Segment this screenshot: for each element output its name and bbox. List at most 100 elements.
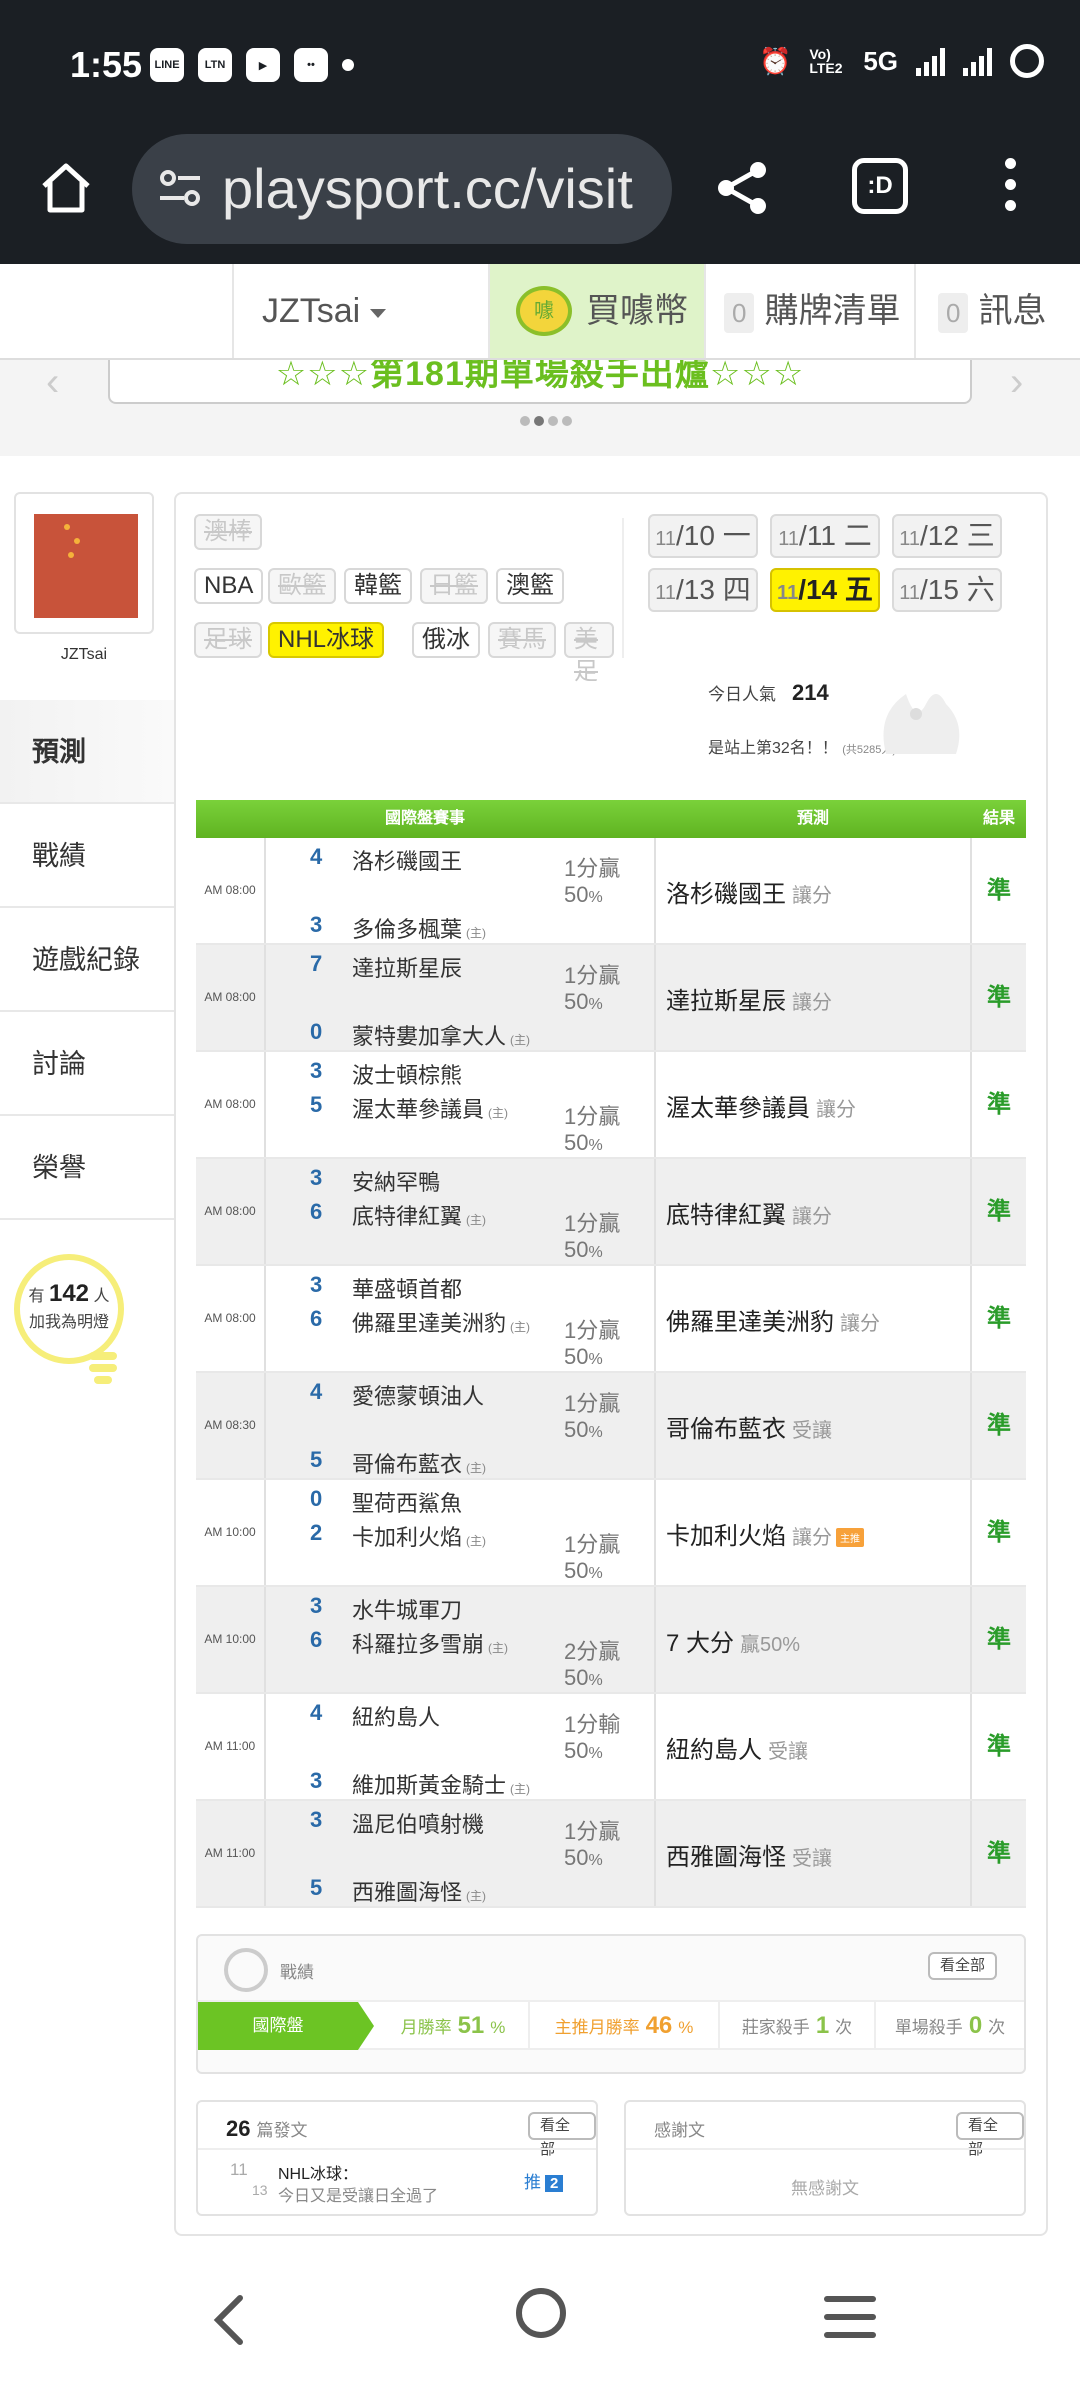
share-icon[interactable] (712, 158, 772, 218)
stat-single-killer: 單場殺手 0 次 (874, 2002, 1024, 2050)
prediction-cell: 佛羅里達美洲豹 讓分 (654, 1266, 972, 1371)
date-tab[interactable]: 11/11 二 (770, 514, 880, 558)
team-away[interactable]: 紐約島人 (352, 1700, 440, 1732)
table-row[interactable]: AM 08:00 4 洛杉磯國王 3 多倫多楓葉 (主) 1分贏 50% 洛杉磯國王 讓分 準 (196, 838, 1026, 945)
team-away[interactable]: 聖荷西鯊魚 (352, 1486, 462, 1518)
prediction[interactable]: 底特律紅翼 讓分 (666, 1195, 832, 1230)
date-tab[interactable]: 11/12 三 (892, 514, 1002, 558)
team-away[interactable]: 水牛城軍刀 (352, 1593, 462, 1625)
sport-chip[interactable]: 澳籃 (496, 568, 564, 604)
sidebar-item-predict[interactable]: 預測 (0, 700, 174, 804)
thanks-view-all-button[interactable]: 看全部 (956, 2112, 1024, 2158)
url-bar[interactable]: playsport.cc/visit (132, 134, 672, 244)
sidebar-item-discuss[interactable]: 討論 (0, 1012, 174, 1116)
sport-chip[interactable]: 美足 (564, 622, 614, 685)
team-home[interactable]: 蒙特婁加拿大人 (主) (352, 1019, 530, 1051)
stats-tab-international[interactable]: 國際盤 (198, 2002, 374, 2050)
team-home[interactable]: 渥太華參議員 (主) (352, 1092, 508, 1124)
team-home[interactable]: 西雅圖海怪 (主) (352, 1875, 486, 1907)
post-sport[interactable]: NHL冰球： (278, 2160, 358, 2184)
team-away[interactable]: 達拉斯星辰 (352, 951, 462, 983)
table-row[interactable]: AM 08:00 3 安納罕鴨 6 底特律紅翼 (主) 1分贏 50% 底特律紅翼 讓分 準 (196, 1159, 1026, 1266)
sport-chip-selected[interactable]: NHL冰球 (268, 622, 385, 658)
sport-chip[interactable]: 歐籃 (268, 568, 336, 604)
recent-apps-icon[interactable] (824, 2296, 876, 2350)
banner[interactable]: ☆☆☆第181期單場殺手出爐☆☆☆ (108, 360, 972, 404)
prediction[interactable]: 卡加利火焰 讓分 主推 (666, 1516, 864, 1551)
prediction-cell: 達拉斯星辰 讓分 (654, 945, 972, 1050)
table-row[interactable]: AM 11:00 4 紐約島人 3 維加斯黃金騎士 (主) 1分輸 50% 紐約島人 受讓 準 (196, 1694, 1026, 1801)
table-row[interactable]: AM 11:00 3 溫尼伯噴射機 5 西雅圖海怪 (主) 1分贏 50% 西雅圖海怪 受讓 準 (196, 1801, 1026, 1908)
team-away[interactable]: 華盛頓首都 (352, 1272, 462, 1304)
date-tab-selected[interactable]: 11/14 五 (770, 568, 880, 612)
sport-chip[interactable]: 澳棒 (194, 514, 262, 550)
cart-button[interactable]: 0 購牌清單 (704, 264, 914, 358)
date-tab[interactable]: 11/13 四 (648, 568, 758, 612)
header-result: 結果 (982, 810, 1015, 827)
posts-view-all-button[interactable]: 看全部 (528, 2112, 596, 2158)
team-home[interactable]: 底特律紅翼 (主) (352, 1199, 486, 1231)
sport-chip[interactable]: NBA (194, 568, 264, 604)
team-home[interactable]: 哥倫布藍衣 (主) (352, 1447, 486, 1479)
score-home: 3 (310, 912, 323, 937)
stats-view-all-button[interactable]: 看全部 (928, 1952, 998, 1980)
prediction[interactable]: 佛羅里達美洲豹 讓分 (666, 1302, 880, 1337)
table-row[interactable]: AM 10:00 0 聖荷西鯊魚 2 卡加利火焰 (主) 1分贏 50% 卡加利火焰 讓分 主推 準 (196, 1480, 1026, 1587)
prediction[interactable]: 洛杉磯國王 讓分 (666, 874, 832, 909)
score-away: 3 (310, 1165, 323, 1190)
sport-chip[interactable]: 賽馬 (488, 622, 556, 658)
sidebar-item-game-log[interactable]: 遊戲紀錄 (0, 908, 174, 1012)
team-home[interactable]: 維加斯黃金騎士 (主) (352, 1768, 530, 1800)
buy-coin-button[interactable]: 噱 買噱幣 (488, 264, 704, 358)
stat-monthly: 月勝率 51% (400, 2012, 506, 2039)
avatar-box[interactable] (14, 492, 154, 634)
sport-chip[interactable]: 足球 (194, 622, 262, 658)
table-row[interactable]: AM 08:00 3 華盛頓首都 6 佛羅里達美洲豹 (主) 1分贏 50% 佛羅里達美洲豹 讓分… (196, 1266, 1026, 1373)
post-text[interactable]: 今日又是受讓日全過了 (278, 2182, 438, 2206)
banner-prev-icon[interactable]: ‹ (46, 360, 59, 405)
light-label: 加我為明燈 (28, 1314, 109, 1331)
prediction[interactable]: 西雅圖海怪 受讓 (666, 1837, 832, 1872)
prediction[interactable]: 達拉斯星辰 讓分 (666, 981, 832, 1016)
header-matches: 國際盤賽事 (384, 810, 465, 827)
result: 準 (987, 877, 1011, 904)
sidebar-item-honor[interactable]: 榮譽 (0, 1116, 174, 1220)
team-away[interactable]: 安納罕鴨 (352, 1165, 440, 1197)
prediction-cell: 西雅圖海怪 受讓 (654, 1801, 972, 1906)
site-settings-icon[interactable] (158, 168, 202, 208)
team-away[interactable]: 洛杉磯國王 (352, 844, 462, 876)
messages-button[interactable]: 0 訊息 (914, 264, 1080, 358)
team-home[interactable]: 佛羅里達美洲豹 (主) (352, 1306, 530, 1338)
back-icon[interactable] (210, 2292, 250, 2348)
table-row[interactable]: AM 08:00 7 達拉斯星辰 0 蒙特婁加拿大人 (主) 1分贏 50% 達拉斯星辰 讓分 準 (196, 945, 1026, 1052)
team-home[interactable]: 科羅拉多雪崩 (主) (352, 1627, 508, 1659)
posts-card: 26篇發文 看全部 1113 NHL冰球： 今日又是受讓日全過了 推2 (196, 2100, 598, 2216)
table-row[interactable]: AM 10:00 3 水牛城軍刀 6 科羅拉多雪崩 (主) 2分贏 50% 7 大分 贏50% 準 (196, 1587, 1026, 1694)
system-icons: ⏰ Vo) LTE2 5G (759, 44, 1044, 78)
date-tab[interactable]: 11/15 六 (892, 568, 1002, 612)
prediction[interactable]: 7 大分 贏50% (666, 1623, 800, 1658)
team-away[interactable]: 波士頓棕熊 (352, 1058, 462, 1090)
team-home[interactable]: 卡加利火焰 (主) (352, 1520, 486, 1552)
team-home[interactable]: 多倫多楓葉 (主) (352, 912, 486, 944)
home-icon[interactable] (36, 158, 96, 218)
team-away[interactable]: 溫尼伯噴射機 (352, 1807, 484, 1839)
table-row[interactable]: AM 08:00 3 波士頓棕熊 5 渥太華參議員 (主) 1分贏 50% 渥太華參議員 讓分 準 (196, 1052, 1026, 1159)
user-menu[interactable]: JZTsai (232, 264, 488, 358)
prediction[interactable]: 紐約島人 受讓 (666, 1730, 808, 1765)
home-nav-icon[interactable] (516, 2288, 566, 2338)
sidebar-item-record[interactable]: 戰績 (0, 804, 174, 908)
prediction[interactable]: 哥倫布藍衣 受讓 (666, 1409, 832, 1444)
tabs-icon[interactable]: :D (852, 158, 908, 214)
browser-chrome: 1:55 LINE LTN ▶ •• ⏰ Vo) LTE2 5G playspo… (0, 0, 1080, 264)
sport-chip[interactable]: 韓籃 (344, 568, 412, 604)
more-options-icon[interactable] (1000, 158, 1020, 222)
team-away[interactable]: 愛德蒙頓油人 (352, 1379, 484, 1411)
sport-chip[interactable]: 俄冰 (412, 622, 480, 658)
banner-next-icon[interactable]: › (1010, 360, 1023, 405)
result: 準 (987, 984, 1011, 1011)
sport-chip[interactable]: 日籃 (420, 568, 488, 604)
date-tab[interactable]: 11/10 一 (648, 514, 758, 558)
prediction[interactable]: 渥太華參議員 讓分 (666, 1088, 856, 1123)
table-row[interactable]: AM 08:30 4 愛德蒙頓油人 5 哥倫布藍衣 (主) 1分贏 50% 哥倫布藍衣 受讓 準 (196, 1373, 1026, 1480)
